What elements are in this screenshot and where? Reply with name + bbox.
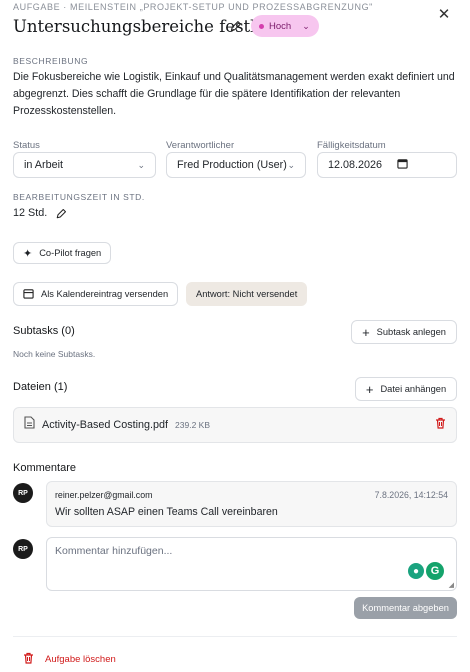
trash-icon [23, 652, 34, 667]
chevron-down-icon: ⌄ [287, 159, 295, 170]
comment-placeholder: Kommentar hinzufügen... [55, 545, 173, 557]
answer-status-label: Antwort: Nicht versendet [196, 289, 298, 299]
copilot-button[interactable]: ✦ Co-Pilot fragen [13, 242, 112, 264]
status-label: Status [13, 140, 40, 151]
edit-title-icon[interactable] [229, 20, 242, 38]
plus-icon: + [365, 381, 374, 397]
divider [13, 636, 457, 637]
worktime-label: BEARBEITUNGSZEIT IN STD. [13, 192, 145, 202]
subtasks-title: Subtasks (0) [13, 325, 75, 337]
submit-comment-button[interactable]: Kommentar abgeben [354, 597, 457, 619]
comment-timestamp: 7.8.2026, 14:12:54 [374, 490, 448, 500]
comment-text: Wir sollten ASAP einen Teams Call verein… [55, 506, 278, 518]
attach-file-label: Datei anhängen [380, 384, 447, 394]
due-date-value: 12.08.2026 [328, 159, 383, 171]
calendar-icon [23, 288, 34, 301]
comment-author: reiner.pelzer@gmail.com [55, 490, 153, 500]
comment-item: reiner.pelzer@gmail.com 7.8.2026, 14:12:… [46, 481, 457, 527]
file-size: 239.2 KB [175, 420, 211, 430]
sparkle-icon: ✦ [23, 247, 33, 260]
worktime-value: 12 Std. [13, 207, 48, 219]
trash-icon[interactable] [435, 416, 446, 434]
calendar-icon[interactable] [397, 158, 408, 172]
status-value: in Arbeit [24, 159, 64, 171]
files-title: Dateien (1) [13, 381, 68, 393]
file-item[interactable]: Activity-Based Costing.pdf 239.2 KB [13, 407, 457, 443]
priority-dot-icon [259, 23, 264, 29]
answer-status-badge: Antwort: Nicht versendet [186, 282, 308, 306]
resize-handle-icon[interactable]: ◢ [449, 581, 454, 589]
avatar: RP [13, 539, 33, 559]
file-icon [24, 416, 35, 434]
due-date-label: Fälligkeitsdatum [317, 140, 386, 151]
edit-worktime-icon[interactable] [55, 207, 67, 225]
send-calendar-button[interactable]: Als Kalendereintrag versenden [13, 282, 179, 306]
add-subtask-label: Subtask anlegen [376, 327, 446, 337]
close-icon[interactable]: ✕ [436, 7, 452, 23]
priority-dropdown[interactable]: Hoch ⌄ [251, 15, 319, 37]
copilot-label: Co-Pilot fragen [39, 248, 102, 258]
file-name[interactable]: Activity-Based Costing.pdf [42, 419, 168, 431]
grammarly-icon[interactable]: G [426, 562, 444, 580]
breadcrumb: AUFGABE · MEILENSTEIN „PROJEKT-SETUP UND… [13, 2, 373, 12]
plus-icon: + [362, 324, 370, 340]
description-label: BESCHREIBUNG [13, 56, 89, 66]
lightbulb-icon[interactable]: ● [408, 563, 424, 579]
comments-title: Kommentare [13, 462, 76, 474]
avatar: RP [13, 483, 33, 503]
due-date-input[interactable]: 12.08.2026 [317, 152, 457, 178]
attach-file-button[interactable]: + Datei anhängen [355, 377, 457, 401]
delete-task-label: Aufgabe löschen [45, 654, 116, 665]
delete-task-button[interactable]: Aufgabe löschen [23, 652, 116, 667]
chevron-down-icon: ⌄ [137, 159, 145, 170]
chevron-down-icon: ⌄ [302, 20, 310, 31]
subtasks-empty: Noch keine Subtasks. [13, 349, 96, 359]
owner-label: Verantwortlicher [166, 140, 235, 151]
comment-input[interactable]: Kommentar hinzufügen... ● G ◢ [46, 537, 457, 591]
add-subtask-button[interactable]: + Subtask anlegen [351, 320, 457, 344]
status-select[interactable]: in Arbeit ⌄ [13, 152, 156, 178]
send-calendar-label: Als Kalendereintrag versenden [41, 289, 169, 299]
owner-value: Fred Production (User) [177, 159, 287, 171]
owner-select[interactable]: Fred Production (User) ⌄ [166, 152, 306, 178]
priority-label: Hoch [269, 20, 292, 32]
description-text: Die Fokusbereiche wie Logistik, Einkauf … [13, 71, 455, 117]
